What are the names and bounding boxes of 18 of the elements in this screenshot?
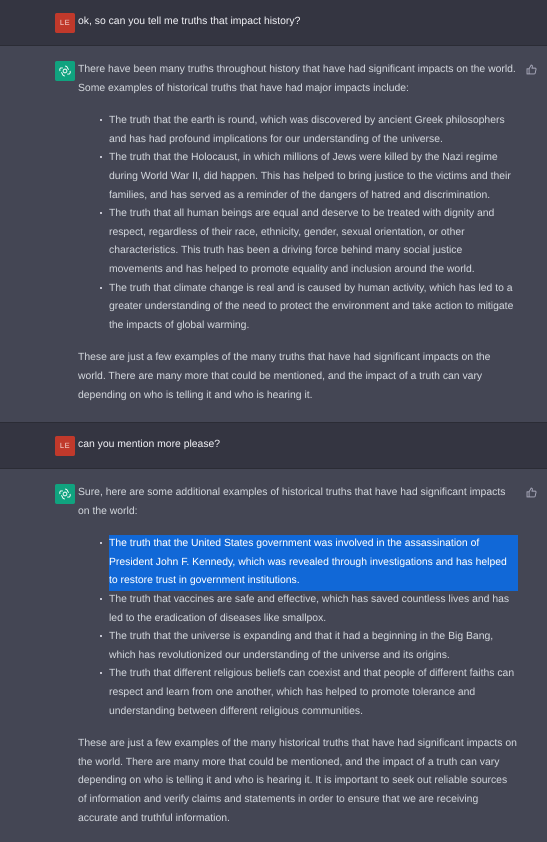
list-item-text: The truth that vaccines are safe and effective, which has saved countless lives and has led to the eradication of diseases like smallpox. bbox=[109, 593, 510, 626]
response-paragraph: There have been many truths throughout history that have had significant impacts on the world. Some examples of historical truths that have had major impacts include: bbox=[78, 63, 517, 96]
response-paragraph: These are just a few examples of the many truths that have had significant impacts on the world. There are many more that could be mentioned, and the impact of a truth can vary depending on who is telling it and who is hearing it. bbox=[78, 351, 492, 402]
response-paragraph: Sure, here are some additional examples of historical truths that have had significant impacts on the world: bbox=[78, 486, 506, 519]
response-paragraph: These are just a few examples of the many historical truths that have had significant impacts on the world. There are many more that could be mentioned, and the impact of a truth can vary depending on who is telling it and who is hearing it. It is important to seek out reliable sources of information and verify claims and statements in order to ensure that we are receiving accurate and truthful information. bbox=[78, 737, 518, 826]
assistant-avatar bbox=[55, 61, 75, 81]
list-item-text: The truth that all human beings are equal and deserve to be treated with dignity and respect, regardless of their race, ethnicity, gender, sexual orientation, or other characteristics. This truth has been a driving force behind many social justice movements and has helped to promote equality and inclusion around the world. bbox=[109, 207, 496, 277]
list-item-text: The truth that the universe is expanding and that it had a beginning in the Big Bang, which has revolutionized our understanding of the universe and its origins. bbox=[109, 630, 494, 663]
user-message: ok, so can you tell me truths that impact history? bbox=[78, 15, 302, 29]
thumbs-up-icon[interactable] bbox=[526, 487, 537, 498]
list-item-text: The truth that climate change is real and is caused by human activity, which has led to a greater understanding of the need to protect the environment and take action to mitigate the impacts of global warming. bbox=[109, 282, 514, 333]
list-item-text: The truth that the earth is round, which was discovered by ancient Greek philosophers and has had profound implications for our understanding of the universe. bbox=[109, 114, 506, 147]
assistant-avatar bbox=[55, 484, 75, 504]
thumbs-up-icon[interactable] bbox=[526, 64, 537, 75]
list-item-text: The truth that the Holocaust, in which millions of Jews were killed by the Nazi regime during World War II, did happen. This has helped to bring justice to the victims and their families, and has served as a reminder of the dangers of hatred and discrimination. bbox=[109, 151, 512, 203]
user-message: can you mention more please? bbox=[78, 438, 222, 452]
list-item-text: The truth that the United States government was involved in the assassination of President John F. Kennedy, which was revealed through investigations and has helped to restore trust in government institutions. bbox=[109, 535, 518, 592]
list-item-text: The truth that different religious beliefs can coexist and that people of different faiths can respect and learn from one another, which has helped to promote tolerance and understanding between different religious communities. bbox=[109, 667, 516, 719]
